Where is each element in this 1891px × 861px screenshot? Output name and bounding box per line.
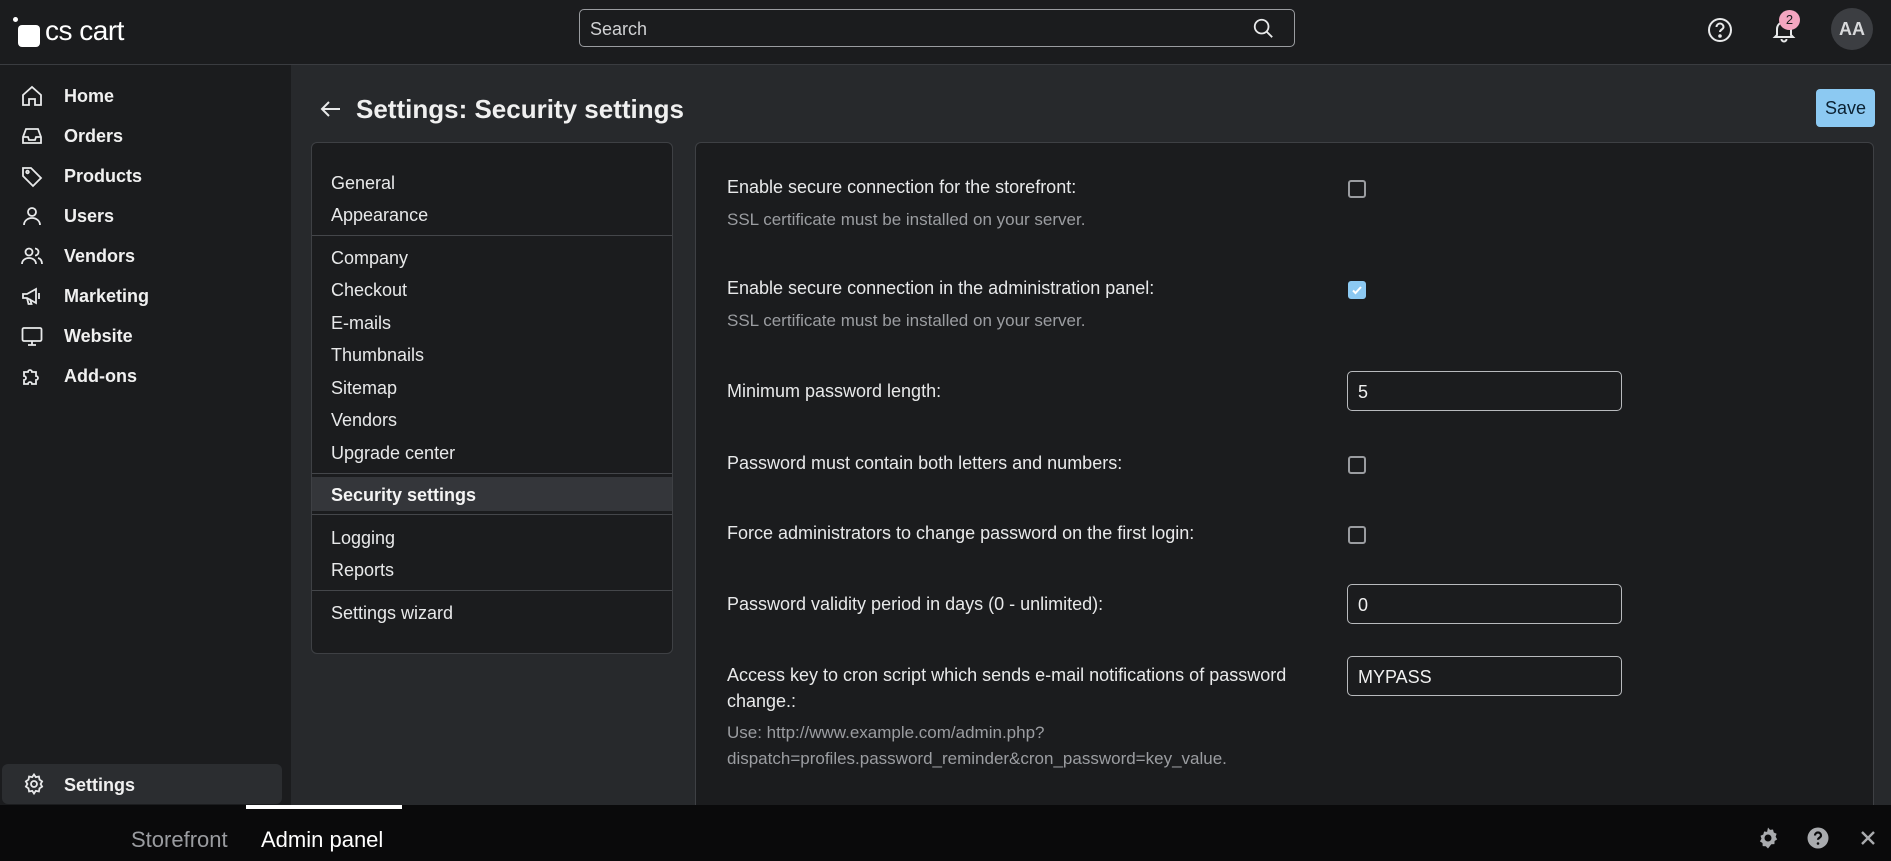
page-title: Settings: Security settings [356,94,684,124]
sidebar-item-settings[interactable]: Settings [2,764,282,804]
sidebar-item-users[interactable]: Users [0,198,291,234]
sidebar-item-label: Vendors [64,245,136,266]
submenu-item-vendors[interactable]: Vendors [331,410,397,431]
bottom-bar: Storefront Admin panel [0,805,1891,861]
sidebar-item-label: Settings [64,775,136,795]
submenu-item-upgrade-center[interactable]: Upgrade center [331,443,455,464]
submenu-item-logging[interactable]: Logging [331,528,395,549]
submenu-item-company[interactable]: Company [331,248,408,269]
secure-storefront-hint: SSL certificate must be installed on you… [727,210,1086,229]
sidebar-item-addons[interactable]: Add-ons [0,358,291,394]
inbox-icon [22,128,42,144]
sidebar-item-vendors[interactable]: Vendors [0,238,291,274]
force-change-first-login-label: Force administrators to change password … [727,523,1195,543]
cron-access-key-input[interactable] [1356,657,1615,697]
secure-storefront-checkbox[interactable] [1348,180,1366,198]
submenu-item-sitemap[interactable]: Sitemap [331,378,397,399]
submenu-item-security-settings[interactable]: Security settings [331,485,476,506]
secure-admin-checkbox[interactable] [1348,281,1366,299]
password-letters-numbers-checkbox[interactable] [1348,456,1366,474]
force-change-first-login-checkbox[interactable] [1348,526,1366,544]
logo[interactable]: cs cart [10,14,124,48]
min-password-length-input[interactable] [1356,372,1615,412]
submenu-item-settings-wizard[interactable]: Settings wizard [331,603,453,624]
submenu-item-general[interactable]: General [331,173,395,194]
submenu-item-reports[interactable]: Reports [331,560,394,581]
avatar[interactable]: AA [1831,8,1873,50]
secure-storefront-label: Enable secure connection for the storefr… [727,177,1077,197]
help-icon[interactable] [1806,826,1830,850]
cs-cart-logo-icon [10,15,42,47]
gear-icon[interactable] [1756,826,1780,850]
save-button[interactable]: Save [1816,89,1875,127]
submenu-divider [312,235,672,236]
sidebar-item-website[interactable]: Website [0,318,291,354]
logo-text: cs cart [45,15,124,46]
top-bar: cs cart 2 AA [0,0,1891,65]
sidebar-item-label: Website [64,325,133,346]
tab-admin-panel[interactable]: Admin panel [261,827,383,853]
help-circle-icon[interactable] [1706,16,1734,44]
sidebar-item-marketing[interactable]: Marketing [0,278,291,314]
sidebar-item-home[interactable]: Home [0,78,291,114]
password-letters-numbers-label: Password must contain both letters and n… [727,453,1123,473]
password-validity-field [1347,584,1622,625]
gear-icon [24,772,44,796]
checkmark-icon [1352,286,1362,295]
settings-submenu: General Appearance Company Checkout E-ma… [311,142,673,654]
back-arrow-icon[interactable] [318,97,344,121]
home-icon [22,85,42,106]
notification-badge: 2 [1779,10,1800,30]
search-icon[interactable] [1252,17,1274,39]
sidebar-item-products[interactable]: Products [0,158,291,194]
sidebar-item-label: Products [64,165,143,186]
submenu-divider [312,514,672,515]
submenu-divider [312,473,672,474]
cron-access-key-label-line2: change.: [727,691,797,711]
password-validity-label: Password validity period in days (0 - un… [727,594,1104,614]
cron-access-key-hint-line2: dispatch=profiles.password_reminder&cron… [727,749,1227,768]
puzzle-icon [23,369,39,385]
sidebar-item-orders[interactable]: Orders [0,118,291,154]
secure-admin-hint: SSL certificate must be installed on you… [727,311,1086,330]
close-icon[interactable] [1856,826,1880,850]
sidebar-item-label: Add-ons [64,365,137,386]
sidebar-item-label: Users [64,205,115,226]
submenu-item-emails[interactable]: E-mails [331,313,391,334]
search-box [579,9,1295,48]
submenu-item-thumbnails[interactable]: Thumbnails [331,345,424,366]
settings-panel: Enable secure connection for the storefr… [695,142,1874,822]
submenu-item-checkout[interactable]: Checkout [331,280,407,301]
cron-access-key-label-line1: Access key to cron script which sends e-… [727,665,1287,685]
monitor-icon [21,327,43,346]
search-input[interactable] [588,10,1242,48]
sidebar-item-label: Orders [64,125,124,146]
sidebar: Home Orders Products Users Vendors Marke… [0,65,291,805]
tab-storefront[interactable]: Storefront [131,827,228,853]
tag-icon [22,167,43,188]
submenu-item-appearance[interactable]: Appearance [331,205,428,226]
password-validity-input[interactable] [1356,585,1615,625]
user-icon [23,207,41,226]
sidebar-item-label: Marketing [64,285,150,306]
submenu-divider [312,590,672,591]
users-icon [21,247,43,265]
cron-access-key-hint-line1: Use: http://www.example.com/admin.php? [727,723,1045,742]
sidebar-item-label: Home [64,85,115,106]
secure-admin-label: Enable secure connection in the administ… [727,278,1155,298]
min-password-length-field [1347,371,1622,412]
min-password-length-label: Minimum password length: [727,381,942,401]
active-tab-underline [246,805,402,809]
cron-access-key-field [1347,656,1622,697]
megaphone-icon [22,287,40,305]
